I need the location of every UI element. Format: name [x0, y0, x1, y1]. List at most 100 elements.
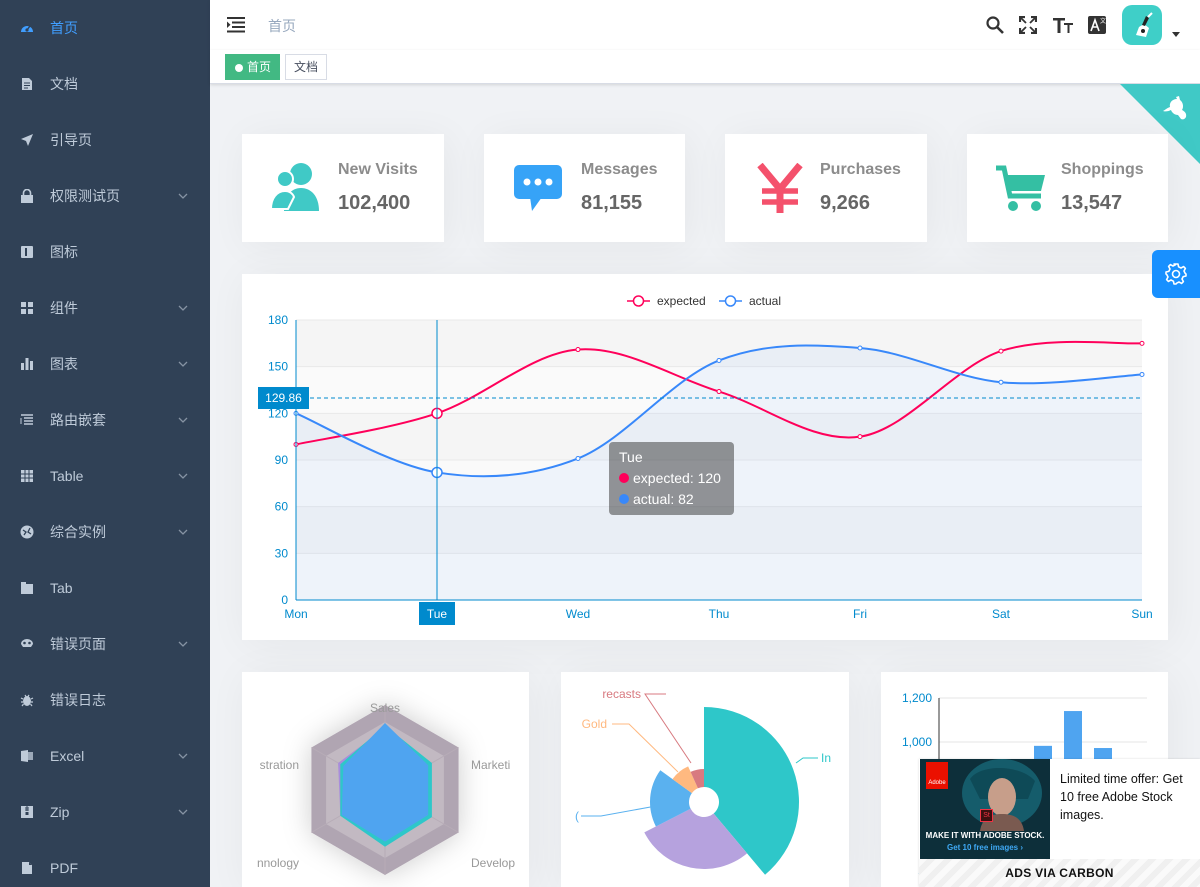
y-tick-label: 180 — [268, 313, 288, 327]
sidebar-item-label: PDF — [50, 860, 78, 876]
pie-chart[interactable]: recasts Gold ( In — [561, 672, 849, 887]
sidebar-item-label: 路由嵌套 — [50, 412, 106, 428]
panel-new-visits[interactable]: New Visits 102,400 — [242, 134, 444, 242]
hamburger-icon[interactable] — [227, 17, 245, 33]
data-point-expected[interactable] — [998, 348, 1004, 354]
sidebar-item-label: 组件 — [50, 300, 78, 316]
chart-icon — [21, 358, 33, 370]
x-tick-label: Thu — [709, 607, 730, 621]
data-point-expected[interactable] — [716, 389, 722, 395]
sidebar-item-label: 错误页面 — [50, 636, 106, 652]
radar-indicator-label: Marketi — [471, 758, 510, 772]
chevron-down-icon — [178, 529, 188, 535]
component-icon — [21, 302, 33, 314]
panel-title: Purchases — [820, 161, 901, 178]
sidebar-item-example[interactable]: 综合实例 — [0, 504, 210, 560]
sidebar-item-components[interactable]: 组件 — [0, 280, 210, 336]
panel-purchases[interactable]: Purchases 9,266 — [725, 134, 927, 242]
guide-icon — [21, 134, 33, 146]
peoples-icon — [271, 163, 319, 211]
sidebar-item-excel[interactable]: Excel — [0, 728, 210, 784]
pie-label-line — [795, 757, 818, 764]
ad-image[interactable]: Adobe St MAKE IT WITH ADOBE STOCK. Get 1… — [920, 759, 1050, 859]
nested-icon — [20, 414, 33, 425]
sidebar-item-docs[interactable]: 文档 — [0, 56, 210, 112]
sidebar-item-tab[interactable]: Tab — [0, 560, 210, 616]
sidebar-item-pdf[interactable]: PDF — [0, 840, 210, 887]
x-tick-label: Sat — [992, 607, 1011, 621]
bug-icon — [20, 694, 34, 707]
search-icon[interactable] — [986, 16, 1004, 34]
pie-label: Gold — [582, 717, 607, 731]
y-tick-label: 0 — [281, 593, 288, 607]
fullscreen-icon[interactable] — [1019, 16, 1037, 34]
navbar: 首页 文 — [210, 0, 1200, 50]
radar-indicator-label: stration — [260, 758, 299, 772]
avatar[interactable] — [1122, 5, 1162, 45]
sidebar-item-zip[interactable]: Zip — [0, 784, 210, 840]
data-point-actual[interactable] — [857, 345, 863, 351]
y-tick-label: 1,200 — [902, 691, 932, 705]
carbon-ad[interactable]: Adobe St MAKE IT WITH ADOBE STOCK. Get 1… — [919, 759, 1200, 887]
text-size-icon[interactable] — [1053, 16, 1073, 34]
sidebar-item-label: 综合实例 — [50, 524, 106, 540]
data-point-actual[interactable] — [1139, 371, 1145, 377]
tag-home[interactable]: 首页 — [225, 54, 281, 80]
panel-messages[interactable]: Messages 81,155 — [484, 134, 685, 242]
sidebar-item-label: Table — [50, 468, 84, 484]
x-tick-label: Tue — [427, 607, 448, 621]
sidebar-item-error-log[interactable]: 错误日志 — [0, 672, 210, 728]
sidebar-item-nested[interactable]: 路由嵌套 — [0, 392, 210, 448]
sidebar-item-label: 引导页 — [50, 132, 92, 148]
document-icon — [22, 78, 32, 90]
sidebar-item-guide[interactable]: 引导页 — [0, 112, 210, 168]
caret-down-icon[interactable] — [1172, 32, 1180, 38]
chevron-down-icon — [178, 641, 188, 647]
x-tick-label: Sun — [1131, 607, 1152, 621]
data-point-actual[interactable] — [716, 357, 722, 363]
data-point-expected[interactable] — [1139, 340, 1145, 346]
sidebar-item-table[interactable]: Table — [0, 448, 210, 504]
radar-indicator-label: nnology — [257, 856, 299, 870]
sidebar-item-label: 图表 — [50, 356, 78, 372]
ad-image-caption: MAKE IT WITH ADOBE STOCK. — [925, 831, 1045, 840]
tags-view: 首页 文档 — [210, 50, 1200, 84]
legend-actual[interactable]: actual — [719, 294, 781, 308]
language-icon[interactable]: 文 — [1088, 16, 1106, 34]
ad-image-cta: Get 10 free images › — [946, 843, 1024, 852]
panel-shoppings[interactable]: Shoppings 13,547 — [967, 134, 1168, 242]
sidebar-item-label: 错误日志 — [50, 692, 106, 708]
svg-text:文: 文 — [1100, 17, 1106, 25]
legend-label: actual — [749, 294, 781, 308]
line-chart-card: expected actual Mon Tue Wed Thu Fri Sat Sun 0 3… — [242, 274, 1168, 640]
sidebar-item-permission[interactable]: 权限测试页 — [0, 168, 210, 224]
tooltip-row-expected: expected: 120 — [619, 468, 724, 489]
data-point-expected[interactable] — [857, 434, 863, 440]
sidebar-item-error-pages[interactable]: 错误页面 — [0, 616, 210, 672]
chevron-down-icon — [178, 809, 188, 815]
tag-docs[interactable]: 文档 — [285, 54, 328, 80]
chevron-down-icon — [178, 361, 188, 367]
sidebar-item-label: Zip — [50, 804, 70, 820]
icon-icon — [21, 246, 33, 258]
ad-text[interactable]: Limited time offer: Get 10 free Adobe St… — [1060, 770, 1196, 824]
data-point-expected[interactable] — [575, 347, 581, 353]
data-point-actual[interactable] — [998, 379, 1004, 385]
sidebar-item-label: Excel — [50, 748, 85, 764]
legend-label: expected — [657, 294, 706, 308]
sidebar: 首页 文档 引导页 权限测试页 图标 组件 图表 路由嵌套 Table 综合实例 — [0, 0, 210, 887]
sidebar-item-label: 文档 — [50, 76, 78, 92]
radar-chart[interactable]: Sales Marketi Develop nnology stration — [242, 672, 529, 887]
sidebar-item-label: 权限测试页 — [50, 188, 120, 204]
pie-label: ( — [575, 809, 579, 823]
lock-icon — [21, 189, 33, 203]
ad-footer[interactable]: ADS VIA CARBON — [919, 859, 1200, 887]
data-point-actual[interactable] — [575, 455, 581, 461]
sidebar-item-dashboard[interactable]: 首页 — [0, 0, 210, 56]
breadcrumb: 首页 — [268, 18, 296, 34]
tooltip-row-actual: actual: 82 — [619, 489, 724, 510]
sidebar-item-charts[interactable]: 图表 — [0, 336, 210, 392]
legend-expected[interactable]: expected — [627, 294, 706, 308]
settings-button[interactable] — [1152, 250, 1200, 298]
sidebar-item-icons[interactable]: 图标 — [0, 224, 210, 280]
